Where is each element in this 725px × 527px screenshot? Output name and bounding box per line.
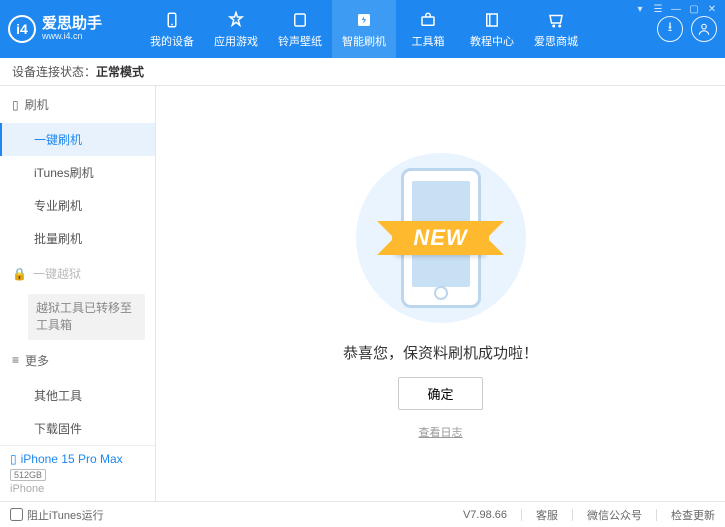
list-icon: ≡ [12, 353, 19, 367]
nav-my-device[interactable]: 我的设备 [140, 0, 204, 58]
book-icon [482, 10, 502, 30]
device-name: iPhone 15 Pro Max [21, 452, 123, 466]
phone-icon: ▯ [12, 98, 19, 112]
nav-store[interactable]: 爱思商城 [524, 0, 588, 58]
sidebar-item-batch[interactable]: 批量刷机 [0, 222, 155, 255]
nav-ringtones[interactable]: 铃声壁纸 [268, 0, 332, 58]
apps-icon [226, 10, 246, 30]
status-value: 正常模式 [96, 63, 144, 80]
footer-link-support[interactable]: 客服 [536, 507, 558, 523]
sidebar-item-itunes[interactable]: iTunes刷机 [0, 156, 155, 189]
success-illustration: NEW [341, 148, 541, 328]
logo-icon: i4 [8, 15, 36, 43]
sidebar-item-firmware[interactable]: 下载固件 [0, 412, 155, 445]
view-log-link[interactable]: 查看日志 [419, 424, 463, 440]
nav-flash[interactable]: 智能刷机 [332, 0, 396, 58]
success-message: 恭喜您，保资料刷机成功啦！ [343, 342, 538, 363]
status-label: 设备连接状态： [12, 63, 96, 80]
sidebar-item-other[interactable]: 其他工具 [0, 379, 155, 412]
flash-icon [354, 10, 374, 30]
sidebar-item-pro[interactable]: 专业刷机 [0, 189, 155, 222]
toolbox-icon [418, 10, 438, 30]
sidebar-group-more[interactable]: ≡更多 [0, 342, 155, 379]
footer: 阻止iTunes运行 V7.98.66 客服 微信公众号 检查更新 [0, 501, 725, 527]
sidebar-group-flash[interactable]: ▯刷机 [0, 86, 155, 123]
device-info[interactable]: ▯ iPhone 15 Pro Max 512GB iPhone [0, 445, 155, 501]
menu-icon[interactable]: ▾ [633, 4, 647, 18]
main-panel: NEW 恭喜您，保资料刷机成功啦！ 确定 查看日志 [156, 86, 725, 501]
ok-button[interactable]: 确定 [398, 377, 482, 410]
new-ribbon: NEW [395, 221, 485, 255]
nav-tutorials[interactable]: 教程中心 [460, 0, 524, 58]
logo: i4 爱思助手 www.i4.cn [8, 15, 140, 43]
top-nav: 我的设备 应用游戏 铃声壁纸 智能刷机 工具箱 教程中心 爱思商城 [140, 0, 657, 58]
download-button[interactable]: ⭳ [657, 16, 683, 42]
nav-toolbox[interactable]: 工具箱 [396, 0, 460, 58]
nav-apps[interactable]: 应用游戏 [204, 0, 268, 58]
device-icon [162, 10, 182, 30]
sidebar-group-jailbreak: 🔒一键越狱 [0, 255, 155, 292]
logo-url: www.i4.cn [42, 32, 102, 42]
lock-icon: 🔒 [12, 267, 27, 281]
cart-icon [546, 10, 566, 30]
logo-title: 爱思助手 [42, 16, 102, 33]
version-label: V7.98.66 [463, 509, 507, 521]
sidebar-item-oneclick[interactable]: 一键刷机 [0, 123, 155, 156]
music-icon [290, 10, 310, 30]
footer-link-update[interactable]: 检查更新 [671, 507, 715, 523]
user-button[interactable] [691, 16, 717, 42]
checkbox-block-itunes[interactable]: 阻止iTunes运行 [10, 507, 104, 523]
footer-link-wechat[interactable]: 微信公众号 [587, 507, 642, 523]
status-bar: 设备连接状态： 正常模式 [0, 58, 725, 86]
device-capacity: 512GB [10, 469, 46, 481]
sidebar: ▯刷机 一键刷机 iTunes刷机 专业刷机 批量刷机 🔒一键越狱 越狱工具已转… [0, 86, 156, 501]
sidebar-jailbreak-note[interactable]: 越狱工具已转移至工具箱 [28, 294, 145, 340]
options-icon[interactable]: ☰ [651, 4, 665, 18]
device-icon: ▯ [10, 452, 17, 466]
device-type: iPhone [10, 483, 145, 495]
